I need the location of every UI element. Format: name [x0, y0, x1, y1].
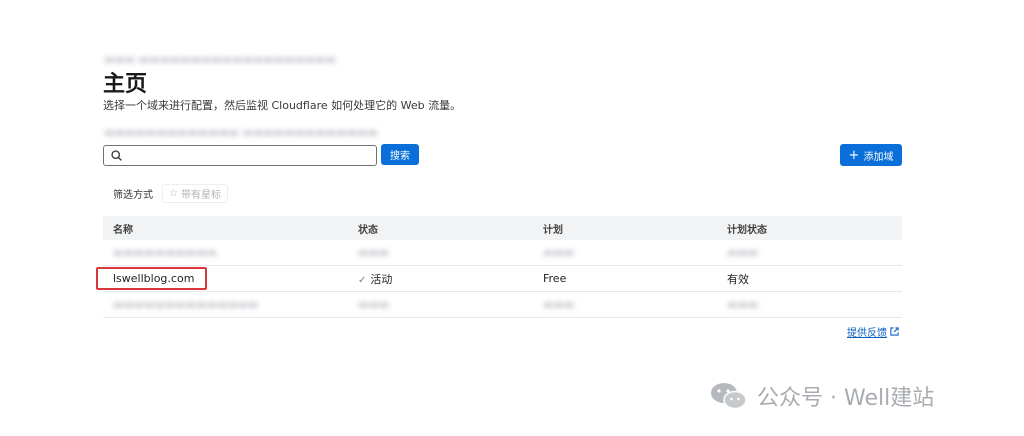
- add-domain-label: 添加域: [863, 151, 894, 163]
- feedback-link[interactable]: 提供反馈: [847, 324, 899, 339]
- search-button[interactable]: 搜索: [381, 144, 419, 165]
- domain-status: ▬▬▬: [358, 246, 390, 259]
- highlight-box: [96, 267, 207, 290]
- domain-plan: Free: [543, 272, 567, 285]
- starred-filter-toggle[interactable]: ☆ 带有星标: [162, 184, 228, 203]
- plus-icon: +: [848, 147, 860, 163]
- domain-plan-status: ▬▬▬: [727, 246, 759, 259]
- table-row[interactable]: ▬▬▬▬▬▬▬▬▬▬ ▬▬▬ ▬▬▬ ▬▬▬: [103, 240, 902, 266]
- search-icon: [111, 150, 122, 161]
- column-header-plan: 计划: [543, 224, 563, 236]
- column-header-status: 状态: [358, 224, 378, 236]
- blurred-breadcrumb: ▬▬▬ ▬▬▬▬▬▬▬▬▬▬▬▬▬▬▬▬▬▬▬: [104, 53, 337, 66]
- search-box: [103, 145, 377, 166]
- domain-plan: ▬▬▬: [543, 298, 575, 311]
- star-icon: ☆: [169, 188, 178, 199]
- domain-plan-status: 有效: [727, 272, 749, 286]
- check-icon: ✓: [358, 274, 367, 286]
- feedback-label: 提供反馈: [847, 328, 887, 339]
- watermark: 公众号 · Well建站: [709, 380, 934, 412]
- domain-name[interactable]: ▬▬▬▬▬▬▬▬▬▬: [103, 246, 358, 259]
- blurred-account-info: ▬▬▬▬▬▬▬▬▬▬▬▬▬ ▬▬▬▬▬▬▬▬▬▬▬▬▬: [104, 126, 378, 139]
- domain-name[interactable]: ▬▬▬▬▬▬▬▬▬▬▬▬▬▬: [103, 298, 358, 311]
- domain-plan-status: ▬▬▬: [727, 298, 759, 311]
- column-header-name: 名称: [113, 224, 133, 236]
- wechat-icon: [711, 383, 747, 410]
- filter-label: 筛选方式: [113, 190, 153, 201]
- table-row[interactable]: ▬▬▬▬▬▬▬▬▬▬▬▬▬▬ ▬▬▬ ▬▬▬ ▬▬▬: [103, 292, 902, 318]
- domain-status: ✓ 活动: [358, 271, 543, 287]
- domain-status: ▬▬▬: [358, 298, 390, 311]
- page-description: 选择一个域来进行配置，然后监视 Cloudflare 如何处理它的 Web 流量…: [103, 99, 462, 112]
- watermark-text: 公众号 · Well建站: [757, 386, 935, 411]
- page-title: 主页: [103, 72, 148, 97]
- table-header: 名称 状态 计划 计划状态: [103, 216, 902, 240]
- add-domain-button[interactable]: + 添加域: [840, 144, 902, 166]
- column-header-plan-status: 计划状态: [727, 224, 767, 236]
- starred-filter-label: 带有星标: [180, 190, 221, 201]
- external-link-icon: [890, 327, 899, 336]
- domain-table: 名称 状态 计划 计划状态 ▬▬▬▬▬▬▬▬▬▬ ▬▬▬ ▬▬▬ ▬▬▬ lsw…: [103, 216, 902, 318]
- domain-plan: ▬▬▬: [543, 246, 575, 259]
- domain-status-label: 活动: [370, 272, 393, 286]
- table-row[interactable]: lswellblog.com ✓ 活动 Free 有效: [103, 266, 902, 292]
- search-input[interactable]: [126, 147, 375, 165]
